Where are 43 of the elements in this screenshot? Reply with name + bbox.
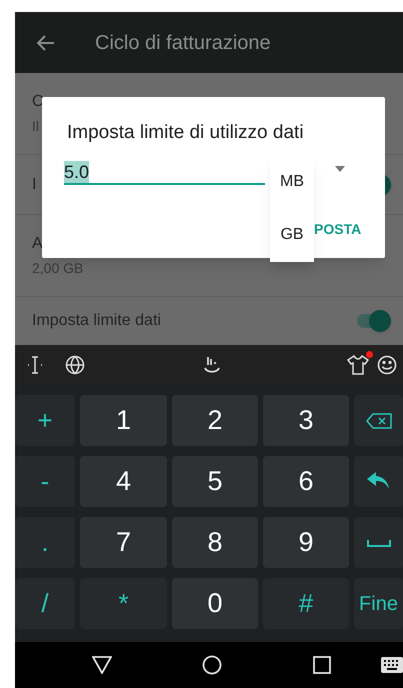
keyboard-key[interactable]: 8 bbox=[172, 517, 258, 568]
enter-arrow-icon bbox=[366, 472, 390, 492]
menu-item[interactable]: MB bbox=[270, 155, 314, 208]
keyboard-key[interactable]: + bbox=[15, 395, 75, 446]
keyboard-key[interactable]: 2 bbox=[172, 395, 258, 446]
space-icon bbox=[366, 538, 390, 546]
keyboard-key[interactable]: 9 bbox=[263, 517, 349, 568]
home-circle-icon[interactable] bbox=[202, 655, 222, 675]
limit-input-field[interactable]: 5.0 bbox=[64, 159, 265, 185]
text-cursor-icon[interactable] bbox=[27, 356, 43, 374]
enter-key[interactable] bbox=[354, 456, 403, 507]
keyboard-icon[interactable] bbox=[381, 657, 403, 673]
keyboard-key[interactable]: * bbox=[80, 578, 167, 629]
toggle-switch[interactable] bbox=[355, 310, 391, 332]
screen-title: Ciclo di fatturazione bbox=[95, 30, 271, 56]
setting-title: A bbox=[32, 234, 44, 254]
shirt-icon[interactable] bbox=[347, 355, 369, 375]
keyboard-key[interactable]: 0 bbox=[172, 578, 258, 629]
keyboard-key[interactable]: 4 bbox=[80, 456, 167, 507]
smiley-icon[interactable] bbox=[377, 355, 397, 375]
globe-icon[interactable] bbox=[65, 355, 85, 375]
setting-title: I bbox=[32, 174, 36, 194]
backspace-icon bbox=[366, 412, 392, 428]
dialog-title: Imposta limite di utilizzo dati bbox=[67, 121, 304, 145]
setting-title: Imposta limite dati bbox=[32, 311, 161, 331]
dropdown-caret-icon[interactable] bbox=[335, 166, 345, 172]
keyboard-key[interactable]: . bbox=[15, 517, 75, 568]
space-key[interactable] bbox=[354, 517, 403, 568]
keyboard-key[interactable]: 3 bbox=[263, 395, 349, 446]
keyboard-key[interactable]: 6 bbox=[263, 456, 349, 507]
keyboard-key[interactable]: 7 bbox=[80, 517, 167, 568]
keyboard-key[interactable]: 1 bbox=[80, 395, 167, 446]
keyboard-key[interactable]: # bbox=[263, 578, 349, 629]
keyboard-key[interactable]: - bbox=[15, 456, 75, 507]
keyboard-key[interactable]: 5 bbox=[172, 456, 258, 507]
menu-item[interactable]: GB bbox=[270, 208, 314, 261]
back-arrow-icon[interactable] bbox=[37, 34, 55, 50]
recents-square-icon[interactable] bbox=[313, 656, 331, 674]
keyboard-key[interactable]: Fine bbox=[354, 578, 403, 629]
selected-value: 5.0 bbox=[64, 161, 90, 183]
back-triangle-icon[interactable] bbox=[92, 656, 112, 674]
keyboard-key[interactable]: / bbox=[15, 578, 75, 629]
backspace-key[interactable] bbox=[354, 395, 403, 446]
